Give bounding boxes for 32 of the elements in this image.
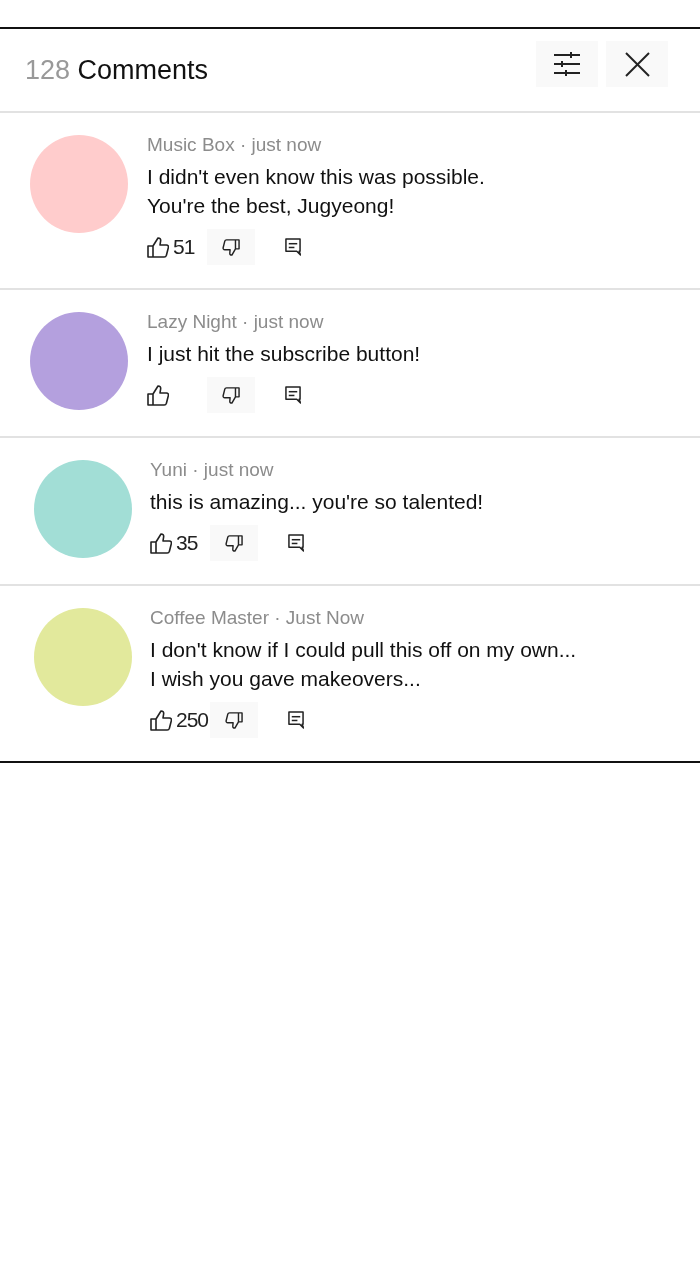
thumbs-up-icon — [147, 236, 169, 258]
comment-text: I don't know if I could pull this off on my own... I wish you gave makeovers... — [150, 637, 577, 692]
like-button[interactable]: 51 — [147, 229, 207, 265]
dislike-button[interactable] — [210, 702, 258, 738]
filter-button[interactable] — [536, 41, 598, 87]
thumbs-down-icon — [225, 711, 243, 729]
dislike-button[interactable] — [210, 525, 258, 561]
comment-text: I just hit the subscribe button! — [147, 341, 421, 367]
thumbs-down-icon — [225, 534, 243, 552]
comment-icon — [285, 238, 301, 256]
sliders-icon — [554, 52, 580, 76]
comment-icon — [288, 711, 304, 729]
dislike-button[interactable] — [207, 377, 255, 413]
close-button[interactable] — [606, 41, 668, 87]
comment-byline: Lazy Night · just now — [147, 310, 325, 334]
thumbs-down-icon — [222, 386, 240, 404]
dislike-button[interactable] — [207, 229, 255, 265]
comment-text: I didn't even know this was possible. You're the best, Jugyeong! — [147, 164, 485, 219]
thumbs-down-icon — [222, 238, 240, 256]
close-icon — [624, 51, 650, 77]
comment-byline: Coffee Master · Just Now — [150, 606, 365, 630]
comments-title: 128 Comments — [25, 54, 209, 86]
comment-byline: Yuni · just now — [150, 458, 275, 482]
thumbs-up-icon — [147, 384, 169, 406]
thumbs-up-icon — [150, 709, 172, 731]
comment-text: this is amazing... you're so talented! — [150, 489, 484, 515]
comment-byline: Music Box · just now — [147, 133, 323, 157]
comment-icon — [285, 386, 301, 404]
like-button[interactable]: 35 — [150, 525, 210, 561]
comment-icon — [288, 534, 304, 552]
thumbs-up-icon — [150, 532, 172, 554]
like-button[interactable]: 250 — [150, 702, 210, 738]
